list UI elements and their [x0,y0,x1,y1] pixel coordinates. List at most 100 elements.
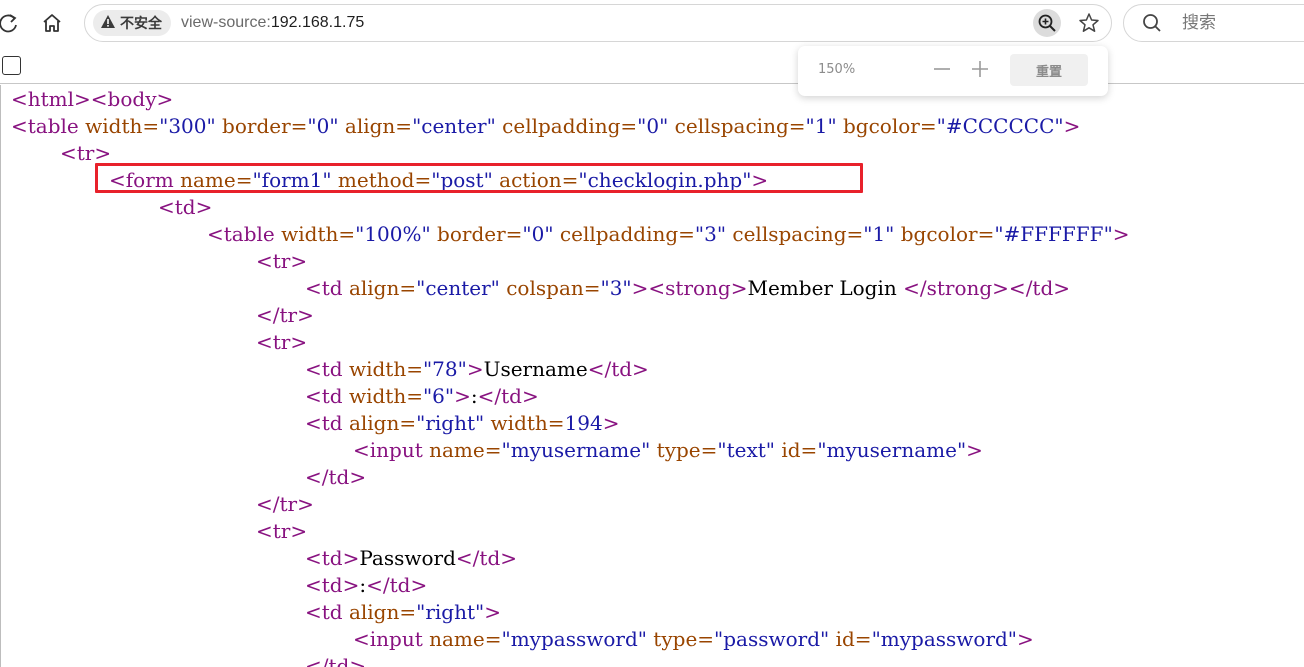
value-token: "mypassword" [871,627,1018,651]
tag-token: <table [11,114,79,138]
view-source-options-bar [0,46,1304,84]
tag-token: <td> [305,546,360,570]
text-token: Member Login [747,276,904,300]
source-line: </tr> [256,491,314,518]
attribute-token: width= [274,222,356,246]
line-wrap-checkbox[interactable] [2,56,21,75]
attribute-token: bgcolor= [894,222,995,246]
source-line: <input name="myusername" type="text" id=… [353,437,983,464]
zoom-popup: 150% 重置 [798,46,1108,96]
tag-token: </tr> [256,492,314,516]
text-token: Username [483,357,588,381]
attribute-token: align= [338,114,413,138]
url-host: 192.168.1.75 [270,14,365,31]
url-text[interactable]: view-source:192.168.1.75 [181,5,364,41]
zoom-in-icon [1038,14,1056,32]
text-token: Password [359,546,456,570]
security-label: 不安全 [120,16,162,32]
attribute-token: cellpadding= [553,222,695,246]
tag-token: > [966,438,983,462]
value-token: "#CCCCCC" [936,114,1064,138]
value-token: "78" [422,357,467,381]
highlight-box [95,163,863,193]
tag-token: <td [305,357,343,381]
tag-token: > [484,600,501,624]
zoom-out-button[interactable] [931,58,953,80]
tag-token: > [466,357,484,381]
attribute-token: cellpadding= [495,114,638,138]
tag-token: </td> [587,357,649,381]
value-token: "0" [307,114,339,138]
search-placeholder: 搜索 [1182,13,1216,33]
source-line: <tr> [256,248,307,275]
zoom-in-button[interactable] [969,58,991,80]
value-token: "password" [714,627,830,651]
attribute-token: type= [650,438,718,462]
source-line: <td> [158,194,212,221]
tag-token: </td> [477,384,539,408]
source-line: <table width="100%" border="0" cellpaddi… [207,221,1130,248]
attribute-token: id= [775,438,818,462]
attribute-token: name= [422,438,502,462]
search-icon [1142,13,1162,37]
tag-token: </td> [455,546,517,570]
warning-icon [101,14,115,32]
value-token: "center" [412,114,496,138]
tag-token: </strong></td> [903,276,1071,300]
attribute-token: width= [342,384,423,408]
attribute-token: align= [342,411,417,435]
attribute-token: width= [484,411,565,435]
attribute-token: width= [78,114,160,138]
value-token: "myusername" [501,438,651,462]
value-token: "0" [522,222,554,246]
tag-token: <td [305,384,343,408]
tag-token: <td> [158,195,213,219]
zoom-reset-button[interactable]: 重置 [1010,54,1088,86]
search-box[interactable]: 搜索 [1123,4,1304,42]
source-line: <td>:</td> [305,572,427,599]
attribute-token: type= [646,627,715,651]
value-token: "mypassword" [501,627,647,651]
value-token: "3" [600,276,632,300]
value-token: "text" [717,438,775,462]
tag-token: <table [207,222,275,246]
source-line: </td> [305,464,366,491]
tag-token: <td [305,600,343,624]
tag-token: <html><body> [11,87,174,111]
zoom-indicator-button[interactable] [1033,9,1061,37]
minus-icon [934,68,950,70]
tag-token: <tr> [256,330,308,354]
attribute-token: cellspacing= [668,114,806,138]
tag-token: <td [305,411,343,435]
browser-toolbar: 不安全 view-source:192.168.1.75 搜索 [0,0,1304,46]
home-icon[interactable] [38,9,66,37]
value-token: "1" [805,114,837,138]
source-line: <td width="78">Username</td> [305,356,649,383]
reload-icon[interactable] [0,9,22,37]
tag-token: <input [353,627,423,651]
value-token: "1" [863,222,895,246]
tag-token: </td> [305,465,367,489]
security-indicator[interactable]: 不安全 [93,10,171,36]
favorite-button[interactable] [1075,9,1103,37]
source-line: <td>Password</td> [305,545,517,572]
source-line: <table width="300" border="0" align="cen… [11,113,1080,140]
source-line: <html><body> [11,86,173,113]
value-token: "3" [694,222,727,246]
value-token: "#FFFFFF" [994,222,1113,246]
attribute-token: border= [215,114,308,138]
tag-token: <tr> [60,141,112,165]
attribute-token: bgcolor= [836,114,937,138]
value-token: "300" [159,114,216,138]
address-bar[interactable]: 不安全 view-source:192.168.1.75 [84,4,1112,42]
text-token: : [470,384,478,408]
value-token: "100%" [355,222,431,246]
tag-token: > [602,411,620,435]
value-token: "right" [416,600,485,624]
plus-icon [972,61,988,77]
value-token: "0" [637,114,669,138]
tag-token: ><strong> [631,276,748,300]
source-line: </td> [305,653,366,667]
attribute-token: name= [422,627,502,651]
value-token: "myusername" [817,438,967,462]
